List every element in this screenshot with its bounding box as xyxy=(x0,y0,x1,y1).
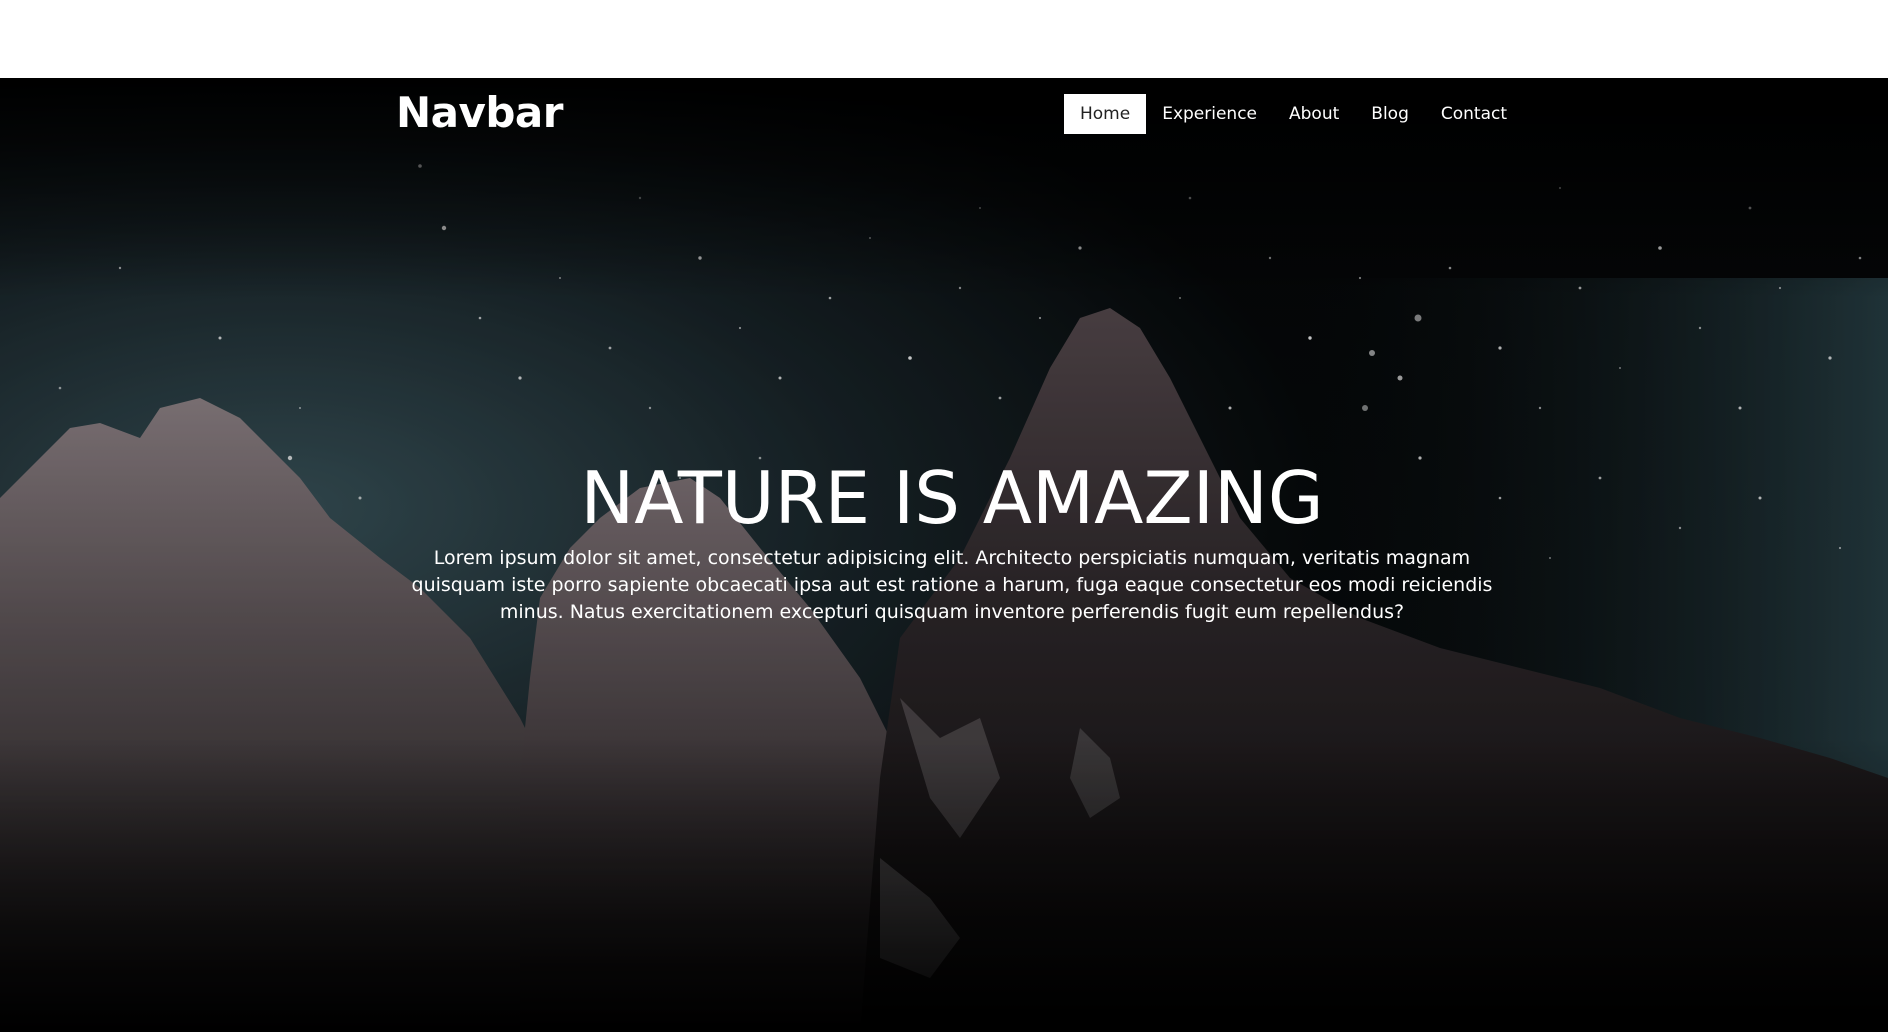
page: Navbar Home Experience About Blog Contac… xyxy=(0,0,1888,1036)
navbar: Navbar Home Experience About Blog Contac… xyxy=(0,78,1888,150)
hero-content: NATURE IS AMAZING Lorem ipsum dolor sit … xyxy=(396,455,1508,626)
navbar-brand[interactable]: Navbar xyxy=(396,88,564,138)
nav-item-contact[interactable]: Contact xyxy=(1425,94,1523,134)
nav-menu: Home Experience About Blog Contact xyxy=(1064,94,1523,134)
hero-bottom-edge xyxy=(0,1032,1888,1036)
hero-description: Lorem ipsum dolor sit amet, consectetur … xyxy=(411,547,1493,623)
nav-item-about[interactable]: About xyxy=(1273,94,1355,134)
nav-item-blog[interactable]: Blog xyxy=(1355,94,1425,134)
nav-item-experience[interactable]: Experience xyxy=(1146,94,1273,134)
hero-title: NATURE IS AMAZING xyxy=(580,456,1324,540)
nav-item-home[interactable]: Home xyxy=(1064,94,1147,134)
